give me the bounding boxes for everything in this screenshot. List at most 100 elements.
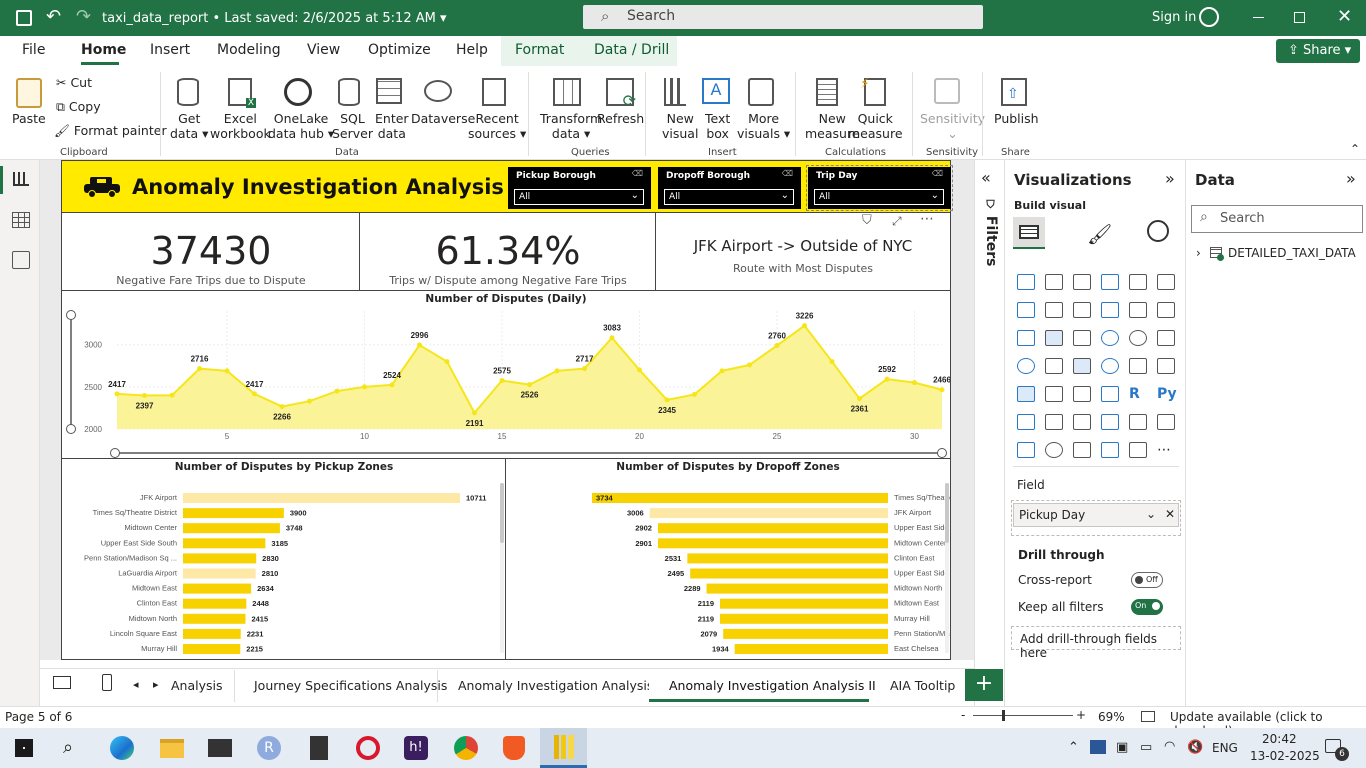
- collapse-viz-icon[interactable]: »: [1165, 169, 1175, 188]
- pickup-zones-chart[interactable]: Number of Disputes by Pickup Zones JFK A…: [62, 459, 506, 659]
- scatter-visual-icon[interactable]: [1073, 330, 1091, 346]
- clustered-column-visual-icon[interactable]: [1101, 274, 1119, 290]
- cross-report-toggle[interactable]: Off: [1131, 572, 1163, 588]
- clock-date[interactable]: 13-02-2025: [1250, 749, 1320, 763]
- notification-icon[interactable]: 6: [1325, 739, 1349, 761]
- slicer-dropdown[interactable]: All ⌄: [664, 189, 794, 205]
- funnel-visual-icon[interactable]: [1045, 330, 1063, 346]
- ribbon-visual-icon[interactable]: [1157, 302, 1175, 318]
- edge-icon[interactable]: [110, 736, 134, 760]
- add-page-button[interactable]: +: [965, 669, 1003, 701]
- remove-field-icon[interactable]: ✕: [1165, 507, 1175, 521]
- brave-icon[interactable]: [503, 736, 525, 760]
- gauge-visual-icon[interactable]: [1101, 358, 1119, 374]
- refresh-button[interactable]: Refresh: [597, 111, 644, 126]
- data-search-input[interactable]: ⌕ Search: [1191, 205, 1363, 233]
- menu-help[interactable]: Help: [456, 42, 488, 58]
- collapse-data-icon[interactable]: »: [1346, 169, 1356, 188]
- tab-anomaly-2[interactable]: Anomaly Investigation Analysis II: [669, 678, 876, 693]
- mail-icon[interactable]: [208, 739, 232, 757]
- key-influencers-visual-icon[interactable]: [1017, 414, 1035, 430]
- line-column-visual-icon[interactable]: [1101, 302, 1119, 318]
- tab-journey[interactable]: Journey Specifications Analysis: [254, 678, 447, 693]
- menu-data-drill[interactable]: Data / Drill: [594, 42, 669, 58]
- file-explorer-icon[interactable]: [160, 739, 184, 758]
- azure-map-visual-icon[interactable]: [1073, 358, 1091, 374]
- line-cluster-visual-icon[interactable]: [1129, 302, 1147, 318]
- 100-bar-visual-icon[interactable]: [1129, 274, 1147, 290]
- menu-format[interactable]: Format: [515, 42, 564, 58]
- save-icon[interactable]: [16, 10, 32, 26]
- copy-button[interactable]: ⧉ Copy: [56, 99, 101, 114]
- r-app-icon[interactable]: R: [257, 736, 281, 760]
- line-visual-icon[interactable]: [1017, 302, 1035, 318]
- daily-disputes-chart[interactable]: Number of Disputes (Daily) 2000 2500 3000 5…: [62, 291, 950, 459]
- format-visual-icon[interactable]: 🖌: [1087, 222, 1112, 246]
- redo-icon[interactable]: ↷: [76, 6, 91, 27]
- analytics-icon[interactable]: [1147, 220, 1169, 242]
- publish-button[interactable]: Publish: [994, 111, 1039, 126]
- sign-in-link[interactable]: Sign in: [1152, 10, 1196, 25]
- excel-workbook-button[interactable]: Excel workbook: [210, 111, 271, 141]
- zoom-out-button[interactable]: -: [961, 708, 965, 722]
- get-data-button[interactable]: Get data ▾: [170, 111, 208, 141]
- tab-prev-icon[interactable]: ◂: [133, 678, 139, 691]
- kpi-visual-icon[interactable]: [1017, 386, 1035, 402]
- enter-data-button[interactable]: Enter data: [375, 111, 409, 141]
- card-visual-icon[interactable]: [1129, 358, 1147, 374]
- add-drill-through-well[interactable]: Add drill-through fields here: [1011, 626, 1181, 660]
- opera-icon[interactable]: [356, 736, 380, 760]
- tab-next-icon[interactable]: ▸: [153, 678, 159, 691]
- tray-app-icon[interactable]: [1090, 740, 1106, 754]
- menu-home[interactable]: Home: [81, 42, 126, 58]
- chevron-visual-icon[interactable]: [1129, 442, 1147, 458]
- filters-pane[interactable]: « ⛉ Filters: [974, 160, 1004, 708]
- recent-sources-button[interactable]: Recent sources ▾: [468, 111, 526, 141]
- trip-day-slicer[interactable]: Trip Day ⌫ All ⌄: [806, 165, 953, 211]
- menu-view[interactable]: View: [307, 42, 340, 58]
- power-automate-visual-icon[interactable]: [1017, 442, 1035, 458]
- treemap-visual-icon[interactable]: [1157, 330, 1175, 346]
- menu-insert[interactable]: Insert: [150, 42, 190, 58]
- stacked-column-visual-icon[interactable]: [1045, 274, 1063, 290]
- slicer-visual-icon[interactable]: [1045, 386, 1063, 402]
- 100-column-visual-icon[interactable]: [1157, 274, 1175, 290]
- dropoff-zones-chart[interactable]: Number of Disputes by Dropoff Zones Time…: [506, 459, 950, 659]
- stacked-area-visual-icon[interactable]: [1073, 302, 1091, 318]
- format-painter-button[interactable]: 🖌 Format painter: [54, 123, 167, 138]
- narrative-visual-icon[interactable]: [1101, 414, 1119, 430]
- more-visuals-button[interactable]: More visuals ▾: [737, 111, 790, 141]
- keep-filters-toggle[interactable]: On: [1131, 599, 1163, 615]
- table-visual-icon[interactable]: [1073, 386, 1091, 402]
- arcgis-visual-icon[interactable]: [1045, 442, 1063, 458]
- stacked-bar-visual-icon[interactable]: [1017, 274, 1035, 290]
- donut-visual-icon[interactable]: [1129, 330, 1147, 346]
- pie-visual-icon[interactable]: [1101, 330, 1119, 346]
- build-visual-tab[interactable]: [1013, 217, 1045, 249]
- undo-icon[interactable]: ↶: [46, 6, 61, 27]
- menu-optimize[interactable]: Optimize: [368, 42, 431, 58]
- model-view-icon[interactable]: [12, 251, 30, 269]
- clock-time[interactable]: 20:42: [1262, 732, 1297, 746]
- diamond-visual-icon[interactable]: [1101, 442, 1119, 458]
- text-box-button[interactable]: Text box: [705, 111, 730, 141]
- clustered-bar-visual-icon[interactable]: [1073, 274, 1091, 290]
- zoom-in-button[interactable]: +: [1076, 708, 1086, 722]
- zoom-slider[interactable]: [973, 710, 1073, 721]
- minimize-icon[interactable]: [1253, 17, 1264, 18]
- dropoff-borough-slicer[interactable]: Dropoff Borough ⌫ All ⌄: [658, 167, 801, 209]
- tab-analysis[interactable]: Analysis: [171, 678, 223, 693]
- tray-camera-icon[interactable]: ▣: [1116, 740, 1128, 755]
- field-pill[interactable]: Pickup Day ⌄ ✕: [1013, 503, 1179, 527]
- power-apps-visual-icon[interactable]: [1157, 414, 1175, 430]
- qa-visual-icon[interactable]: [1073, 414, 1091, 430]
- paginated-visual-icon[interactable]: [1129, 414, 1147, 430]
- tray-laptop-icon[interactable]: ▭: [1140, 740, 1152, 755]
- zoom-level[interactable]: 69%: [1098, 710, 1125, 724]
- paste-button[interactable]: Paste: [12, 111, 46, 126]
- python-visual-visual-icon[interactable]: Py: [1157, 386, 1177, 402]
- mobile-layout-icon[interactable]: [102, 674, 112, 691]
- report-view-icon[interactable]: [13, 172, 29, 186]
- volume-muted-icon[interactable]: 🔇: [1187, 740, 1203, 755]
- table-name[interactable]: DETAILED_TAXI_DATA: [1228, 246, 1356, 260]
